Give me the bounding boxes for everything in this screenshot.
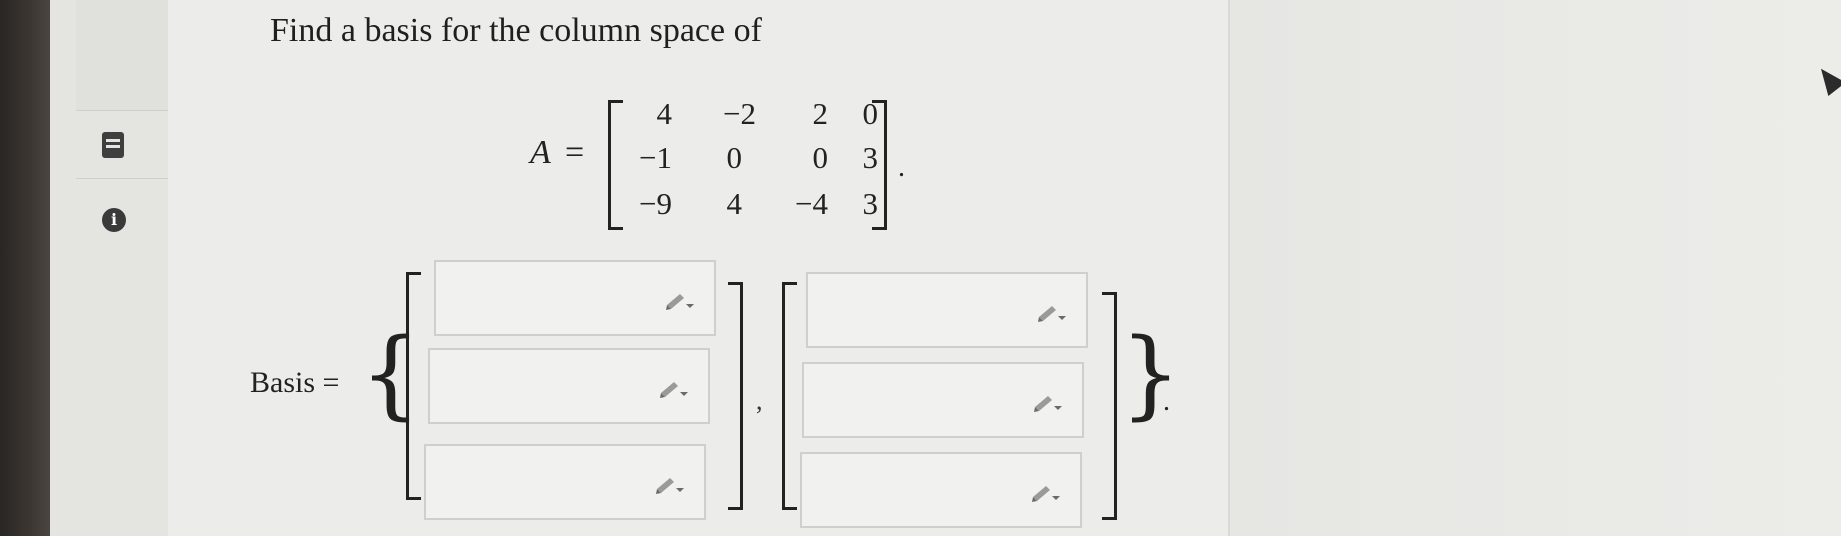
matrix-equals: =	[565, 134, 585, 171]
info-icon[interactable]: i	[102, 208, 126, 232]
sidebar	[50, 0, 216, 536]
matrix-cell: −9	[639, 186, 672, 221]
basis-trailing-period: .	[1163, 386, 1170, 417]
basis-label: Basis =	[250, 366, 340, 399]
vector2-entry2-input[interactable]	[802, 362, 1084, 438]
vector2-entry3-input[interactable]	[800, 452, 1082, 528]
pencil-icon[interactable]	[1036, 302, 1066, 322]
pencil-icon[interactable]	[658, 378, 688, 398]
matrix-cell: −1	[639, 140, 672, 175]
vector1-entry2-input[interactable]	[428, 348, 710, 424]
matrix-cell: 0	[862, 96, 879, 131]
book-icon[interactable]	[102, 132, 124, 158]
screen-bezel	[0, 0, 50, 536]
matrix-cell: 3	[862, 140, 879, 175]
matrix-label: A	[530, 134, 551, 171]
vector1-bracket-left	[406, 272, 421, 500]
matrix-cell: 4	[656, 96, 673, 131]
pencil-icon[interactable]	[654, 474, 684, 494]
matrix-cell: 0	[726, 140, 743, 175]
matrix-cell: 4	[726, 186, 743, 221]
right-panel	[1228, 0, 1841, 536]
question-prompt: Find a basis for the column space of	[270, 12, 762, 49]
pencil-icon[interactable]	[664, 290, 694, 310]
vector-separator: ,	[756, 386, 763, 415]
vector1-entry1-input[interactable]	[434, 260, 716, 336]
vector1-entry3-input[interactable]	[424, 444, 706, 520]
basis-close-brace: }	[1120, 318, 1182, 430]
pencil-icon[interactable]	[1032, 392, 1062, 412]
vector2-bracket-left	[782, 282, 797, 510]
pencil-icon[interactable]	[1030, 482, 1060, 502]
matrix-cell: −2	[723, 96, 756, 131]
matrix-trailing-period: .	[898, 152, 905, 183]
matrix-cell: 3	[862, 186, 879, 221]
vector2-entry1-input[interactable]	[806, 272, 1088, 348]
vector1-bracket-right	[728, 282, 743, 510]
vector2-bracket-right	[1102, 292, 1117, 520]
